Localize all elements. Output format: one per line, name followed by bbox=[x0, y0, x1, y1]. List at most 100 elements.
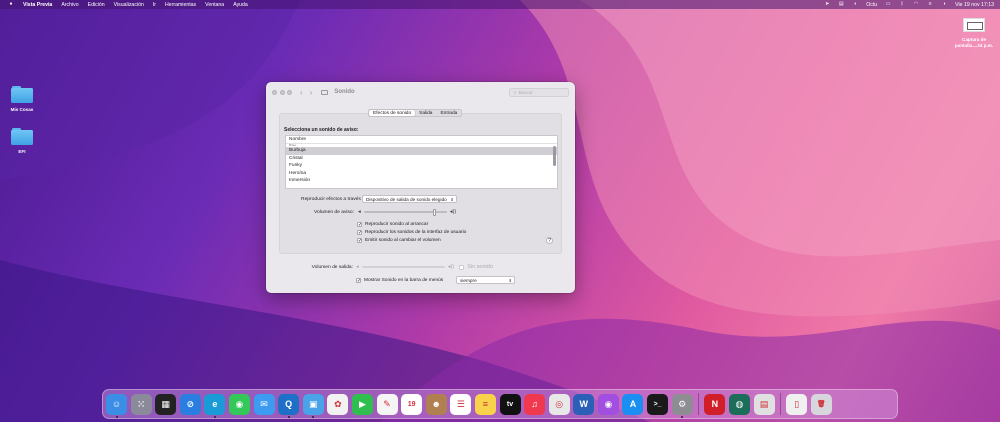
dock-finder-icon[interactable]: ☺ bbox=[106, 393, 127, 418]
list-item[interactable]: Inmersión bbox=[286, 177, 557, 185]
checkbox-label: Reproducir sonido al arrancar bbox=[365, 222, 429, 227]
menu-ir[interactable]: Ir bbox=[153, 2, 156, 8]
tab-sound-effects[interactable]: Efectos de sonido bbox=[369, 110, 416, 116]
dock-reminders-icon[interactable]: ☰ bbox=[450, 393, 472, 415]
forward-icon[interactable]: › bbox=[310, 88, 313, 97]
clock[interactable]: Vie 19 nov 17:13 bbox=[955, 2, 994, 8]
checkbox[interactable]: ✓ bbox=[356, 278, 361, 284]
siri-icon[interactable]: ◑ bbox=[941, 2, 947, 7]
dock-freeform-icon[interactable]: ✎ bbox=[376, 393, 398, 415]
minimize-button[interactable] bbox=[279, 89, 285, 95]
menu-ayuda[interactable]: Ayuda bbox=[233, 2, 248, 8]
dock-red-app-icon[interactable]: N bbox=[704, 393, 726, 415]
dock-separator bbox=[698, 393, 699, 415]
dock-appletv-icon[interactable]: tv bbox=[499, 393, 521, 415]
show-menu-checkbox-row[interactable]: ✓ Mostrar Sonido en la barra de menús bbox=[356, 278, 443, 284]
dock-safari-icon[interactable]: ⊘ bbox=[179, 393, 201, 415]
dock-contacts-icon[interactable]: ☻ bbox=[425, 393, 447, 415]
dock-disk-utility-icon[interactable]: ▤ bbox=[753, 393, 775, 415]
dock-facetime-icon[interactable]: ▶ bbox=[351, 393, 373, 415]
search-input[interactable]: ⌕ Buscar bbox=[509, 88, 569, 97]
dock-mail-icon[interactable]: ✉ bbox=[253, 393, 275, 415]
list-item[interactable]: Cristal bbox=[286, 155, 557, 163]
alert-volume-label: Volumen de aviso: bbox=[314, 210, 354, 215]
dock-messages-icon[interactable]: ◉ bbox=[228, 393, 250, 415]
show-all-grid-icon[interactable] bbox=[321, 89, 329, 95]
slider-track[interactable] bbox=[363, 208, 447, 216]
menu-ventana[interactable]: Ventana bbox=[205, 2, 224, 8]
dock-document-stack-icon[interactable]: ▯ bbox=[786, 393, 808, 415]
running-indicator bbox=[115, 416, 118, 418]
battery-icon[interactable]: ▭ bbox=[885, 2, 891, 7]
checkbox[interactable]: ✓ bbox=[357, 238, 362, 244]
mute-checkbox[interactable] bbox=[459, 264, 465, 270]
dock-trash-icon[interactable]: 🗑 bbox=[810, 393, 832, 415]
back-icon[interactable]: ‹ bbox=[300, 88, 303, 97]
dock-photos-icon[interactable]: ✿ bbox=[327, 393, 349, 415]
dock-screenshot-icon[interactable]: ◎ bbox=[548, 393, 570, 415]
dock-launchpad-icon[interactable]: ⁙ bbox=[130, 393, 152, 415]
list-item[interactable]: Heroína bbox=[286, 170, 557, 178]
menu-herramientas[interactable]: Herramientas bbox=[165, 2, 196, 8]
list-column-header[interactable]: Nombre bbox=[286, 136, 557, 144]
dock-music-icon[interactable]: ♫ bbox=[524, 393, 546, 415]
control-center-icon[interactable]: ≡ bbox=[927, 2, 933, 7]
close-button[interactable] bbox=[272, 89, 277, 95]
menu-edicion[interactable]: Edición bbox=[88, 2, 105, 8]
wifi-icon[interactable]: ◠ bbox=[913, 2, 919, 7]
menu-archivo[interactable]: Archivo bbox=[61, 2, 78, 8]
alert-volume-slider[interactable]: ◂ ◂)) bbox=[355, 208, 459, 216]
output-volume-slider[interactable]: ◂ ◂)) Sin sonido bbox=[353, 263, 493, 271]
dock-appstore-icon[interactable]: A bbox=[622, 393, 644, 415]
play-effects-select[interactable]: Dispositivo de salida de sonido elegido … bbox=[362, 195, 457, 203]
checkbox[interactable]: ✓ bbox=[357, 230, 362, 236]
help-button[interactable]: ? bbox=[546, 237, 553, 244]
dock-word-icon[interactable]: W bbox=[573, 393, 595, 415]
list-item[interactable]: Funky bbox=[286, 162, 557, 170]
tab-input[interactable]: Entrada bbox=[436, 110, 461, 116]
desktop-folder-mis-cosas[interactable]: Mis Cosas bbox=[6, 86, 38, 112]
apple-menu-icon[interactable]: ● bbox=[8, 2, 14, 7]
title-bar: ‹ › Sonido ⌕ Buscar bbox=[266, 82, 575, 102]
status-text[interactable]: Octu bbox=[866, 2, 877, 8]
bluetooth-icon[interactable]: ᛒ bbox=[899, 2, 905, 7]
desktop-screenshot-file[interactable]: Captura de pantalla....34 p.m. bbox=[952, 18, 996, 49]
list-item-selected[interactable]: Burbuja bbox=[286, 147, 557, 155]
menu-visualizacion[interactable]: Visualización bbox=[114, 2, 144, 8]
list-scrollbar[interactable] bbox=[553, 146, 556, 166]
startup-sound-checkbox-row[interactable]: ✓ Reproducir sonido al arrancar bbox=[357, 222, 429, 228]
show-menu-select[interactable]: siempre ⬍ bbox=[456, 276, 515, 284]
dock-calendar-icon[interactable]: 19 bbox=[401, 393, 423, 415]
dock-network-radar-icon[interactable]: ◍ bbox=[728, 393, 750, 415]
dock-quicktime-icon[interactable]: Q bbox=[278, 393, 300, 418]
folder-label: Mis Cosas bbox=[10, 107, 34, 112]
location-icon[interactable]: ➤ bbox=[824, 2, 830, 7]
speaker-low-icon: ◂ bbox=[358, 209, 361, 215]
dock-podcasts-icon[interactable]: ◉ bbox=[597, 393, 619, 415]
checkbox[interactable]: ✓ bbox=[357, 222, 362, 228]
dock-edge-icon[interactable]: e bbox=[204, 393, 226, 418]
volume-feedback-checkbox-row[interactable]: ✓ Emitir sonido al cambiar el volumen bbox=[357, 238, 441, 244]
running-indicator bbox=[287, 416, 290, 418]
dock-terminal-icon[interactable]: >_ bbox=[647, 393, 669, 415]
menu-app-name[interactable]: Vista Previa bbox=[23, 2, 52, 8]
tab-output[interactable]: Salida bbox=[415, 110, 436, 116]
folder-icon bbox=[11, 86, 33, 103]
dock-mission-control-icon[interactable]: ▦ bbox=[155, 393, 177, 415]
dock-system-preferences-icon[interactable]: ⚙ bbox=[671, 393, 693, 418]
dock-notes-icon[interactable]: ≡ bbox=[474, 393, 496, 415]
dock-preview-icon[interactable]: ▣ bbox=[302, 393, 324, 418]
ui-sounds-checkbox-row[interactable]: ✓ Reproducir los sonidos de la interfaz … bbox=[357, 230, 466, 236]
volume-icon[interactable]: ◖ bbox=[852, 2, 858, 7]
zoom-button[interactable] bbox=[287, 89, 292, 95]
slider-track[interactable] bbox=[361, 266, 445, 268]
text-doc-icon[interactable]: ▤ bbox=[838, 2, 844, 7]
slider-knob[interactable] bbox=[432, 208, 436, 216]
sound-preferences-window: ‹ › Sonido ⌕ Buscar Efectos de sonido Sa… bbox=[266, 82, 575, 293]
show-menu-value: siempre bbox=[460, 278, 477, 283]
dock: ☺ ⁙ ▦ ⊘ e ◉ ✉ Q ▣ ✿ ▶ ✎ 19 ☻ ☰ ≡ tv ♫ ◎ W ◉ A >_ ⚙ N ◍ ▤ ▯ 🗑 bbox=[102, 389, 898, 419]
folder-label: EFI bbox=[18, 149, 26, 154]
desktop-folder-efi[interactable]: EFI bbox=[6, 128, 38, 154]
alert-sound-list[interactable]: Nombre Brisa Burbuja Cristal Funky Heroí… bbox=[285, 135, 558, 189]
screenshot-thumbnail-icon bbox=[963, 18, 985, 32]
